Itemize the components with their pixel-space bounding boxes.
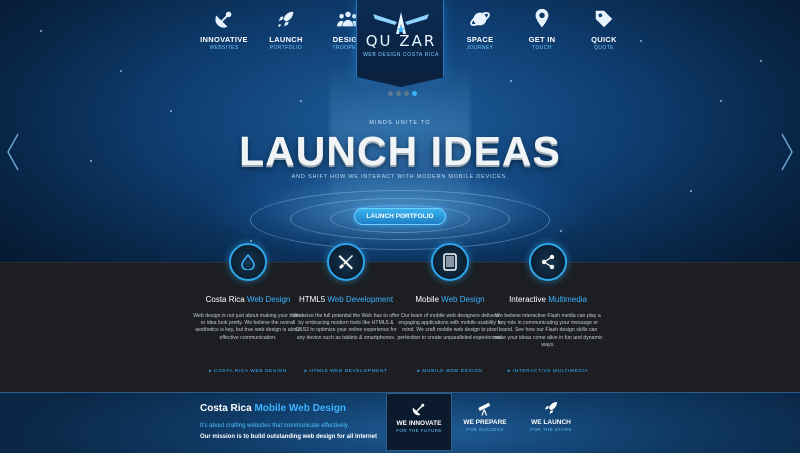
nav-sublabel: JOURNEY: [466, 45, 494, 51]
service-title-text: Costa Rica: [205, 295, 247, 304]
tab-sublabel: FOR THE STARS: [530, 427, 572, 432]
nav-item-launch[interactable]: LAUNCH PORTFOLIO: [258, 8, 314, 58]
bottom-section: Costa Rica Mobile Web Design It's about …: [0, 392, 800, 453]
nav-item-innovative[interactable]: INNOVATIVE WEBSITES: [196, 8, 252, 58]
service-icon-circle[interactable]: [529, 243, 567, 281]
logo-tagline: WEB DESIGN COSTA RICA: [363, 52, 439, 58]
satellite-dish-icon: [412, 403, 425, 416]
launch-portfolio-button[interactable]: LAUNCH PORTFOLIO: [354, 208, 446, 225]
services-section: Costa Rica Web Design Web design is not …: [0, 243, 800, 392]
rocket-icon: [278, 11, 294, 27]
service-title-highlight: Web Design: [441, 295, 485, 304]
service-link[interactable]: MOBILE WEB DESIGN: [395, 369, 505, 374]
service-title-highlight: Web Development: [327, 295, 394, 304]
share-icon: [541, 254, 555, 270]
feature-tabs: WE INNOVATE FOR THE FUTURE WE PREPARE FO…: [386, 393, 584, 451]
slider-dot[interactable]: [404, 91, 409, 96]
nav-sublabel: QUOTE: [594, 45, 614, 51]
telescope-icon: [478, 402, 491, 416]
satellite-dish-icon: [215, 11, 232, 28]
nav-sublabel: TOUCH: [532, 45, 552, 51]
tab-sublabel: FOR SUCCESS: [466, 427, 504, 432]
nav-label: SPACE: [466, 35, 494, 44]
service-icon-circle[interactable]: [327, 243, 365, 281]
main-nav-left: INNOVATIVE WEBSITES LAUNCH PORTFOLIO DES…: [196, 8, 376, 58]
service-description: We seize the full potential the Web has …: [292, 313, 400, 341]
nav-item-contact[interactable]: GET IN TOUCH: [514, 8, 570, 58]
tab-we-launch[interactable]: WE LAUNCH FOR THE STARS: [518, 393, 584, 443]
nav-sublabel: WEBSITES: [209, 45, 239, 51]
tab-we-innovate[interactable]: WE INNOVATE FOR THE FUTURE: [386, 393, 452, 451]
nav-label: QUICK: [591, 35, 617, 44]
nav-item-quote[interactable]: QUICK QUOTE: [576, 8, 632, 58]
service-icon-circle[interactable]: [229, 243, 267, 281]
service-description: Web design is not just about making your…: [193, 313, 303, 341]
bottom-mission: Our mission is to build outstanding web …: [200, 434, 378, 440]
nav-sublabel: PORTFOLIO: [269, 45, 303, 51]
logo-banner[interactable]: QU ZAR WEB DESIGN COSTA RICA: [356, 0, 446, 87]
tab-label: WE INNOVATE: [396, 420, 442, 427]
bottom-tagline: It's about crafting websites that commun…: [200, 423, 349, 429]
bottom-title-text: Costa Rica: [200, 403, 255, 414]
logo-wordmark: QU ZAR: [365, 32, 437, 50]
slider-dot-active[interactable]: [412, 91, 417, 96]
service-title-highlight: Multimedia: [548, 295, 587, 304]
tablet-icon: [443, 253, 457, 271]
service-title-text: Interactive: [509, 295, 549, 304]
hero-kicker: MINDS UNITE TO: [369, 120, 431, 126]
service-description: Our team of mobile web designers deliver…: [397, 313, 503, 341]
map-pin-icon: [535, 8, 549, 28]
nav-label: GET IN: [528, 35, 556, 44]
service-icon-circle[interactable]: [431, 243, 469, 281]
drop-icon: [241, 254, 255, 270]
nav-label: LAUNCH: [269, 35, 303, 44]
service-title-text: HTML5: [298, 295, 328, 304]
bottom-title-highlight: Mobile Web Design: [254, 403, 346, 414]
service-title: Interactive Multimedia: [483, 295, 613, 304]
bottom-title: Costa Rica Mobile Web Design: [200, 403, 346, 414]
price-tag-icon: [595, 10, 613, 28]
slider-dot[interactable]: [396, 91, 401, 96]
nav-item-space[interactable]: SPACE JOURNEY: [452, 8, 508, 58]
hero-headline: LAUNCH IDEAS: [239, 128, 561, 174]
slider-pagination: [388, 91, 417, 96]
main-nav-right: SPACE JOURNEY GET IN TOUCH QUICK QUOTE: [452, 8, 632, 58]
service-title-text: Mobile: [415, 295, 442, 304]
tab-label: WE LAUNCH: [531, 419, 571, 426]
tab-we-prepare[interactable]: WE PREPARE FOR SUCCESS: [452, 393, 518, 443]
tab-label: WE PREPARE: [463, 419, 507, 426]
slider-dot[interactable]: [388, 91, 393, 96]
tab-sublabel: FOR THE FUTURE: [396, 428, 442, 433]
nav-label: INNOVATIVE: [200, 35, 248, 44]
service-description: We believe interactive Flash media can p…: [493, 313, 603, 348]
tools-icon: [338, 255, 353, 270]
service-link[interactable]: COSTA RICA WEB DESIGN: [193, 369, 303, 374]
service-link[interactable]: HTML5 WEB DEVELOPMENT: [291, 369, 401, 374]
hero-subline: AND SHIFT HOW WE INTERACT WITH MODERN MO…: [291, 174, 509, 180]
rocket-icon: [545, 402, 557, 414]
planet-icon: [470, 12, 490, 26]
service-link[interactable]: INTERACTIVE MULTIMEDIA: [493, 369, 603, 374]
page: INNOVATIVE WEBSITES LAUNCH PORTFOLIO DES…: [0, 0, 800, 453]
